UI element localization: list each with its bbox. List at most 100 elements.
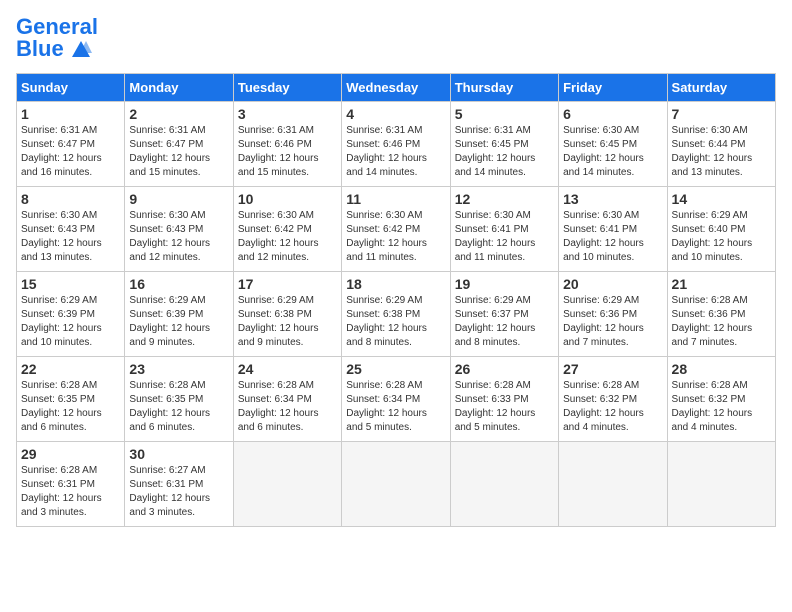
day-number: 23 [129, 361, 228, 377]
calendar-cell: 29 Sunrise: 6:28 AMSunset: 6:31 PMDayligh… [17, 442, 125, 527]
day-info: Sunrise: 6:31 AMSunset: 6:46 PMDaylight:… [238, 124, 337, 180]
day-info: Sunrise: 6:31 AMSunset: 6:47 PMDaylight:… [129, 124, 228, 180]
calendar-cell: 11 Sunrise: 6:30 AMSunset: 6:42 PMDayligh… [342, 187, 450, 272]
day-info: Sunrise: 6:31 AMSunset: 6:45 PMDaylight:… [455, 124, 554, 180]
day-info: Sunrise: 6:30 AMSunset: 6:43 PMDaylight:… [129, 209, 228, 265]
calendar-cell: 1 Sunrise: 6:31 AMSunset: 6:47 PMDaylight… [17, 102, 125, 187]
calendar-week-1: 1 Sunrise: 6:31 AMSunset: 6:47 PMDaylight… [17, 102, 776, 187]
day-number: 20 [563, 276, 662, 292]
calendar-cell: 3 Sunrise: 6:31 AMSunset: 6:46 PMDaylight… [233, 102, 341, 187]
day-info: Sunrise: 6:30 AMSunset: 6:41 PMDaylight:… [563, 209, 662, 265]
day-number: 18 [346, 276, 445, 292]
day-number: 4 [346, 106, 445, 122]
logo-icon [70, 39, 92, 61]
calendar-cell: 5 Sunrise: 6:31 AMSunset: 6:45 PMDaylight… [450, 102, 558, 187]
calendar-cell: 18 Sunrise: 6:29 AMSunset: 6:38 PMDayligh… [342, 272, 450, 357]
calendar-cell [450, 442, 558, 527]
day-header-wednesday: Wednesday [342, 74, 450, 102]
logo-blue-text: Blue [16, 38, 98, 61]
day-number: 5 [455, 106, 554, 122]
day-info: Sunrise: 6:29 AMSunset: 6:36 PMDaylight:… [563, 294, 662, 350]
day-info: Sunrise: 6:28 AMSunset: 6:31 PMDaylight:… [21, 464, 120, 520]
calendar-cell: 27 Sunrise: 6:28 AMSunset: 6:32 PMDayligh… [559, 357, 667, 442]
day-info: Sunrise: 6:29 AMSunset: 6:37 PMDaylight:… [455, 294, 554, 350]
day-header-friday: Friday [559, 74, 667, 102]
day-info: Sunrise: 6:29 AMSunset: 6:40 PMDaylight:… [672, 209, 771, 265]
day-info: Sunrise: 6:28 AMSunset: 6:33 PMDaylight:… [455, 379, 554, 435]
calendar-week-2: 8 Sunrise: 6:30 AMSunset: 6:43 PMDaylight… [17, 187, 776, 272]
calendar-cell: 13 Sunrise: 6:30 AMSunset: 6:41 PMDayligh… [559, 187, 667, 272]
day-number: 22 [21, 361, 120, 377]
calendar-cell: 20 Sunrise: 6:29 AMSunset: 6:36 PMDayligh… [559, 272, 667, 357]
day-number: 24 [238, 361, 337, 377]
day-info: Sunrise: 6:30 AMSunset: 6:44 PMDaylight:… [672, 124, 771, 180]
day-number: 11 [346, 191, 445, 207]
day-number: 1 [21, 106, 120, 122]
day-info: Sunrise: 6:29 AMSunset: 6:39 PMDaylight:… [21, 294, 120, 350]
calendar-cell: 30 Sunrise: 6:27 AMSunset: 6:31 PMDayligh… [125, 442, 233, 527]
calendar-cell: 2Sunrise: 6:31 AMSunset: 6:47 PMDaylight… [125, 102, 233, 187]
calendar-cell: 14Sunrise: 6:29 AMSunset: 6:40 PMDayligh… [667, 187, 775, 272]
day-number: 27 [563, 361, 662, 377]
calendar-cell: 7 Sunrise: 6:30 AMSunset: 6:44 PMDaylight… [667, 102, 775, 187]
calendar-week-4: 22 Sunrise: 6:28 AMSunset: 6:35 PMDayligh… [17, 357, 776, 442]
day-header-saturday: Saturday [667, 74, 775, 102]
day-info: Sunrise: 6:30 AMSunset: 6:42 PMDaylight:… [238, 209, 337, 265]
day-number: 29 [21, 446, 120, 462]
day-number: 21 [672, 276, 771, 292]
day-number: 8 [21, 191, 120, 207]
day-info: Sunrise: 6:28 AMSunset: 6:34 PMDaylight:… [346, 379, 445, 435]
day-info: Sunrise: 6:28 AMSunset: 6:36 PMDaylight:… [672, 294, 771, 350]
calendar-cell [667, 442, 775, 527]
day-number: 15 [21, 276, 120, 292]
day-info: Sunrise: 6:28 AMSunset: 6:35 PMDaylight:… [129, 379, 228, 435]
logo: General Blue [16, 16, 98, 61]
calendar-cell: 26 Sunrise: 6:28 AMSunset: 6:33 PMDayligh… [450, 357, 558, 442]
day-info: Sunrise: 6:31 AMSunset: 6:47 PMDaylight:… [21, 124, 120, 180]
day-header-sunday: Sunday [17, 74, 125, 102]
day-number: 25 [346, 361, 445, 377]
calendar-cell [559, 442, 667, 527]
calendar-cell: 8Sunrise: 6:30 AMSunset: 6:43 PMDaylight… [17, 187, 125, 272]
calendar-cell: 19 Sunrise: 6:29 AMSunset: 6:37 PMDayligh… [450, 272, 558, 357]
calendar-cell: 17 Sunrise: 6:29 AMSunset: 6:38 PMDayligh… [233, 272, 341, 357]
calendar-cell: 9Sunrise: 6:30 AMSunset: 6:43 PMDaylight… [125, 187, 233, 272]
calendar-cell: 16Sunrise: 6:29 AMSunset: 6:39 PMDayligh… [125, 272, 233, 357]
day-info: Sunrise: 6:30 AMSunset: 6:42 PMDaylight:… [346, 209, 445, 265]
day-number: 6 [563, 106, 662, 122]
day-info: Sunrise: 6:31 AMSunset: 6:46 PMDaylight:… [346, 124, 445, 180]
calendar-cell: 21 Sunrise: 6:28 AMSunset: 6:36 PMDayligh… [667, 272, 775, 357]
day-info: Sunrise: 6:28 AMSunset: 6:35 PMDaylight:… [21, 379, 120, 435]
calendar-cell: 6 Sunrise: 6:30 AMSunset: 6:45 PMDaylight… [559, 102, 667, 187]
calendar-cell: 15 Sunrise: 6:29 AMSunset: 6:39 PMDayligh… [17, 272, 125, 357]
day-number: 12 [455, 191, 554, 207]
day-number: 3 [238, 106, 337, 122]
day-info: Sunrise: 6:30 AMSunset: 6:45 PMDaylight:… [563, 124, 662, 180]
day-info: Sunrise: 6:29 AMSunset: 6:38 PMDaylight:… [346, 294, 445, 350]
calendar-cell [342, 442, 450, 527]
day-header-monday: Monday [125, 74, 233, 102]
calendar-header-row: SundayMondayTuesdayWednesdayThursdayFrid… [17, 74, 776, 102]
day-info: Sunrise: 6:29 AMSunset: 6:39 PMDaylight:… [129, 294, 228, 350]
day-info: Sunrise: 6:29 AMSunset: 6:38 PMDaylight:… [238, 294, 337, 350]
day-number: 26 [455, 361, 554, 377]
calendar-cell [233, 442, 341, 527]
day-number: 30 [129, 446, 228, 462]
calendar-cell: 12Sunrise: 6:30 AMSunset: 6:41 PMDayligh… [450, 187, 558, 272]
calendar-cell: 28Sunrise: 6:28 AMSunset: 6:32 PMDayligh… [667, 357, 775, 442]
day-number: 7 [672, 106, 771, 122]
day-number: 13 [563, 191, 662, 207]
day-info: Sunrise: 6:27 AMSunset: 6:31 PMDaylight:… [129, 464, 228, 520]
day-number: 19 [455, 276, 554, 292]
calendar-table: SundayMondayTuesdayWednesdayThursdayFrid… [16, 73, 776, 527]
day-header-thursday: Thursday [450, 74, 558, 102]
calendar-cell: 10 Sunrise: 6:30 AMSunset: 6:42 PMDayligh… [233, 187, 341, 272]
calendar-week-3: 15 Sunrise: 6:29 AMSunset: 6:39 PMDayligh… [17, 272, 776, 357]
calendar-cell: 23 Sunrise: 6:28 AMSunset: 6:35 PMDayligh… [125, 357, 233, 442]
day-info: Sunrise: 6:28 AMSunset: 6:32 PMDaylight:… [563, 379, 662, 435]
calendar-cell: 22 Sunrise: 6:28 AMSunset: 6:35 PMDayligh… [17, 357, 125, 442]
day-number: 17 [238, 276, 337, 292]
day-number: 10 [238, 191, 337, 207]
calendar-cell: 24Sunrise: 6:28 AMSunset: 6:34 PMDayligh… [233, 357, 341, 442]
page-header: General Blue [16, 16, 776, 61]
